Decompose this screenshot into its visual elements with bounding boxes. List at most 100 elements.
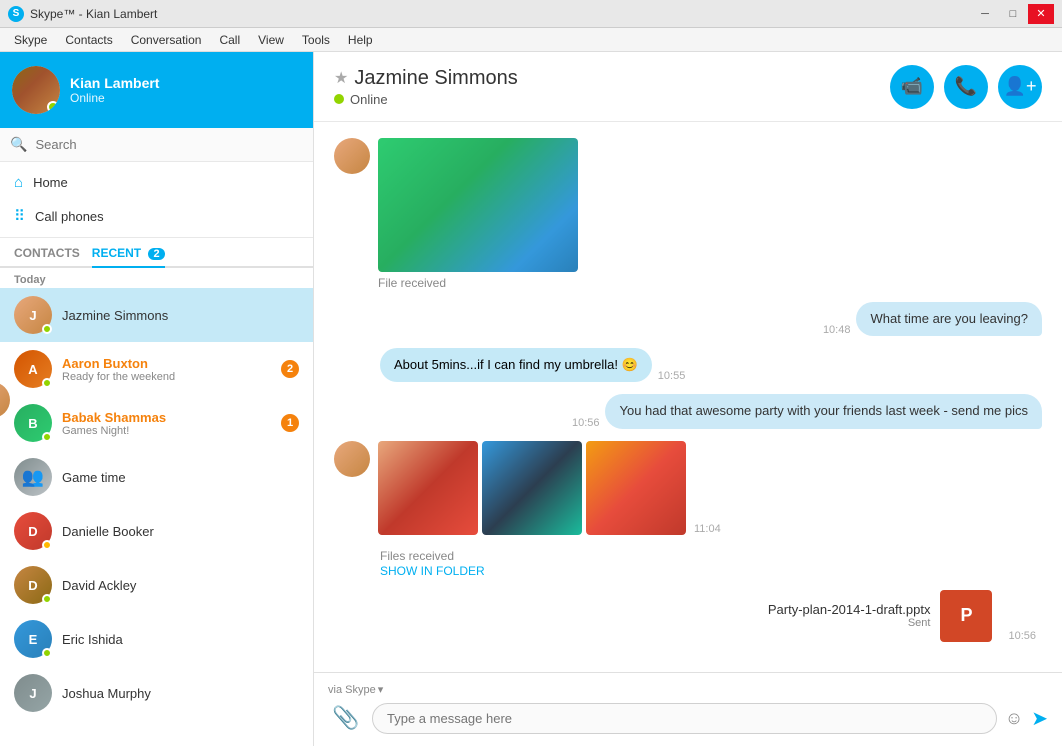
message-time: 11:04 (694, 523, 721, 535)
sent-file-name: Party-plan-2014-1-draft.pptx (768, 602, 931, 617)
contact-list: Today J Jazmine Simmons A Aaron Buxton (0, 268, 313, 746)
send-icon: ➤ (1031, 708, 1048, 730)
message-input[interactable] (372, 703, 997, 734)
tab-contacts[interactable]: CONTACTS (14, 246, 80, 266)
nav-call-phones[interactable]: ⠿ Call phones (0, 199, 313, 233)
menu-bar: Skype Contacts Conversation Call View To… (0, 28, 1062, 52)
message-row: 10:48 What time are you leaving? (334, 302, 1042, 336)
avatar: J (14, 674, 52, 712)
received-photo (378, 138, 578, 272)
status-dot (42, 378, 52, 388)
received-photos-item: 11:04 (334, 441, 1042, 535)
contact-subtitle: Ready for the weekend (62, 371, 271, 383)
message-row: 10:56 You had that awesome party with yo… (334, 394, 1042, 428)
menu-contacts[interactable]: Contacts (57, 31, 120, 49)
minimize-button[interactable]: ─ (972, 4, 998, 24)
message-bubble: What time are you leaving? (856, 302, 1042, 336)
window-title: Skype™ - Kian Lambert (30, 7, 157, 21)
message-time: 10:55 (658, 370, 686, 382)
unread-badge: 1 (281, 414, 299, 432)
contact-info: Jazmine Simmons (62, 308, 299, 323)
call-phones-icon: ⠿ (14, 207, 25, 225)
contacts-recent-tabs: CONTACTS RECENT 2 (0, 238, 313, 268)
attach-icon: 📎 (332, 705, 359, 731)
list-item[interactable]: B Babak Shammas Games Night! 1 (0, 396, 313, 450)
photo-item (482, 441, 582, 535)
user-profile: Kian Lambert Online (0, 52, 313, 128)
input-row: 📎 ☺ ➤ (328, 700, 1048, 736)
avatar: J (14, 296, 52, 334)
chat-contact-name: ★ Jazmine Simmons (334, 67, 518, 90)
menu-call[interactable]: Call (211, 31, 248, 49)
menu-conversation[interactable]: Conversation (123, 31, 210, 49)
chat-contact-status: Online (334, 92, 518, 107)
user-status-dot (47, 101, 59, 113)
list-item[interactable]: A Aaron Buxton Ready for the weekend 2 (0, 342, 313, 396)
message-time: 10:56 (1008, 630, 1036, 642)
chat-contact-info: ★ Jazmine Simmons Online (334, 67, 518, 107)
send-button[interactable]: ➤ (1031, 706, 1048, 731)
search-icon: 🔍 (10, 136, 27, 153)
contact-info: Eric Ishida (62, 632, 299, 647)
chat-header: ★ Jazmine Simmons Online 📹 📞 👤+ (314, 52, 1062, 122)
tab-recent[interactable]: RECENT 2 (92, 246, 165, 268)
contact-name: David Ackley (62, 578, 299, 593)
phone-icon: 📞 (955, 76, 977, 97)
contact-info: Danielle Booker (62, 524, 299, 539)
search-input[interactable] (35, 137, 303, 152)
attach-button[interactable]: 📎 (328, 700, 364, 736)
search-bar[interactable]: 🔍 (0, 128, 313, 162)
list-item[interactable]: J Joshua Murphy (0, 666, 313, 720)
status-dot (42, 324, 52, 334)
add-contact-button[interactable]: 👤+ (998, 65, 1042, 109)
sent-file-row: Party-plan-2014-1-draft.pptx Sent P 10:5… (334, 590, 1042, 642)
contact-name: Aaron Buxton (62, 356, 271, 371)
close-button[interactable]: ✕ (1028, 4, 1054, 24)
show-in-folder-link[interactable]: SHOW IN FOLDER (380, 564, 485, 578)
list-item[interactable]: D Danielle Booker (0, 504, 313, 558)
nav-home[interactable]: ⌂ Home (0, 166, 313, 199)
avatar: A (14, 350, 52, 388)
home-icon: ⌂ (14, 174, 23, 191)
photo-item (378, 441, 478, 535)
avatar: 👥 (14, 458, 52, 496)
emoji-icon: ☺ (1005, 708, 1023, 728)
window-controls: ─ □ ✕ (972, 4, 1054, 24)
list-item[interactable]: J Jazmine Simmons (0, 288, 313, 342)
menu-skype[interactable]: Skype (6, 31, 55, 49)
received-file-item: File received (334, 138, 1042, 290)
star-icon[interactable]: ★ (334, 68, 348, 88)
status-dot (42, 432, 52, 442)
main-layout: Kian Lambert Online 🔍 ⌂ Home ⠿ Call phon… (0, 52, 1062, 746)
avatar: D (14, 512, 52, 550)
message-time: 10:48 (823, 324, 851, 336)
message-row: About 5mins...if I can find my umbrella!… (334, 348, 1042, 382)
user-info: Kian Lambert Online (70, 75, 301, 105)
nav-items: ⌂ Home ⠿ Call phones (0, 162, 313, 238)
user-name: Kian Lambert (70, 75, 301, 91)
video-icon: 📹 (901, 76, 923, 97)
video-call-button[interactable]: 📹 (890, 65, 934, 109)
message-text: What time are you leaving? (870, 311, 1028, 326)
recent-badge: 2 (148, 248, 164, 260)
menu-view[interactable]: View (250, 31, 292, 49)
sent-file-status: Sent (768, 617, 931, 629)
list-item[interactable]: D David Ackley (0, 558, 313, 612)
list-item[interactable]: 👥 Game time (0, 450, 313, 504)
list-item[interactable]: E Eric Ishida (0, 612, 313, 666)
title-bar: S Skype™ - Kian Lambert ─ □ ✕ (0, 0, 1062, 28)
contact-name: Eric Ishida (62, 632, 299, 647)
contact-info: Babak Shammas Games Night! (62, 410, 271, 437)
audio-call-button[interactable]: 📞 (944, 65, 988, 109)
maximize-button[interactable]: □ (1000, 4, 1026, 24)
message-time: 10:56 (572, 417, 600, 429)
menu-help[interactable]: Help (340, 31, 381, 49)
photos-content (378, 441, 686, 535)
avatar-image: J (14, 674, 52, 712)
via-dropdown-icon[interactable]: ▾ (378, 683, 384, 696)
sent-file-info: Party-plan-2014-1-draft.pptx Sent (768, 602, 931, 629)
add-person-icon: 👤+ (1004, 76, 1037, 97)
menu-tools[interactable]: Tools (294, 31, 338, 49)
title-bar-left: S Skype™ - Kian Lambert (8, 6, 157, 22)
emoji-button[interactable]: ☺ (1005, 708, 1023, 729)
